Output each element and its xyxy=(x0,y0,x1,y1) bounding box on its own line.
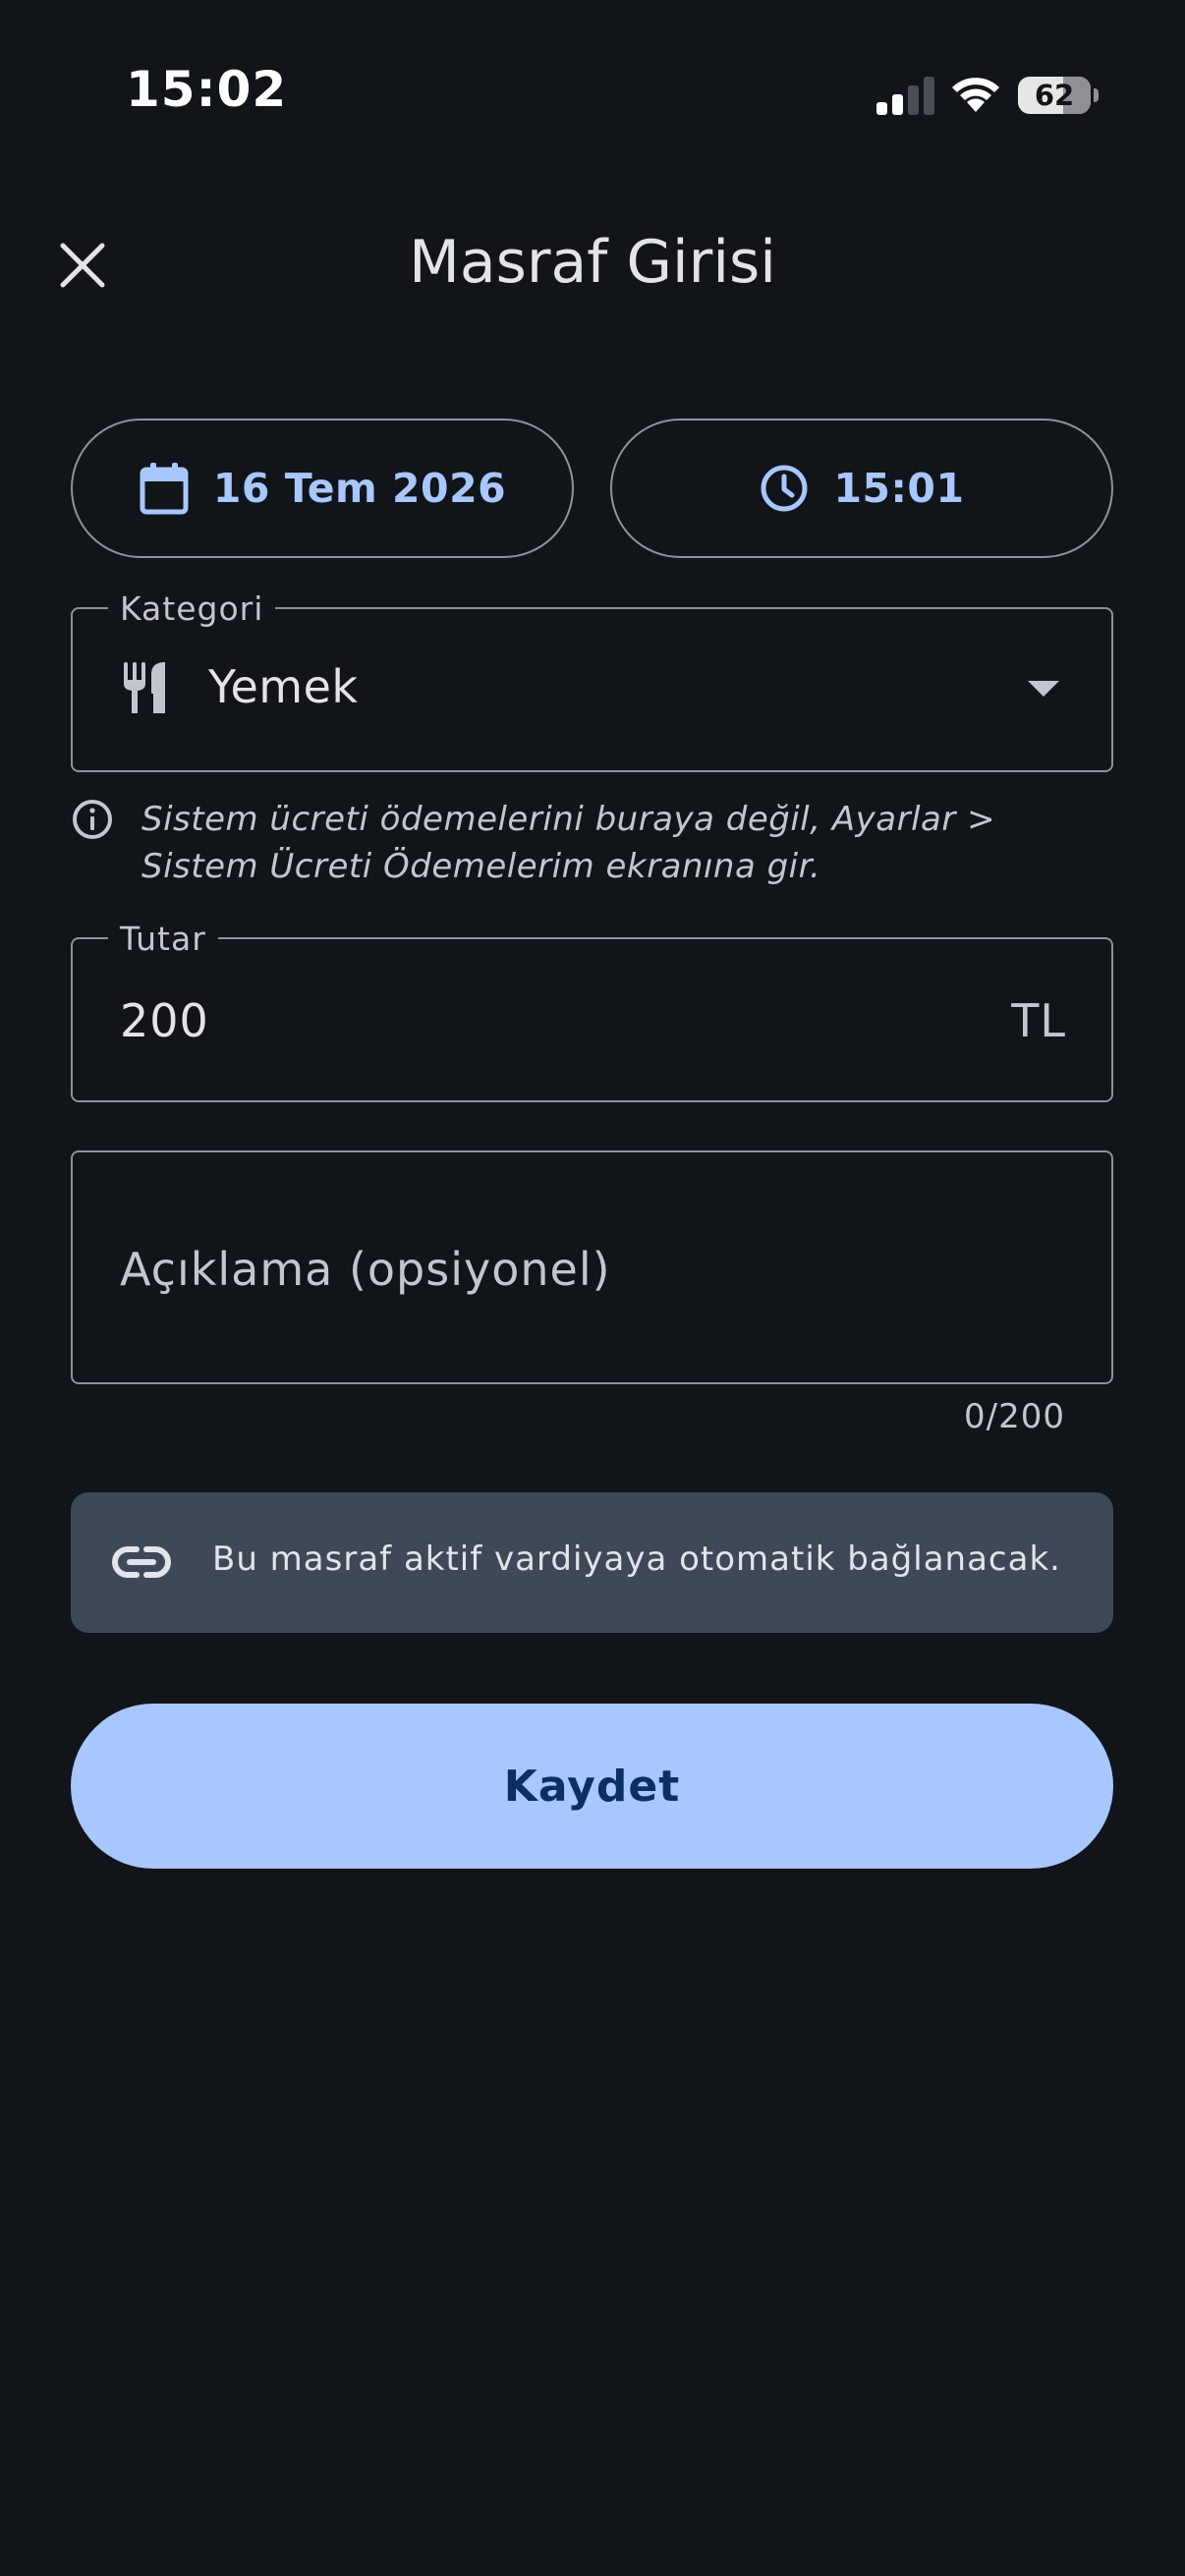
battery-tip xyxy=(1094,88,1099,102)
status-bar: 15:02 62 xyxy=(0,0,1185,196)
banner-text: Bu masraf aktif vardiyaya otomatik bağla… xyxy=(212,1540,1061,1579)
category-field-label: Kategori xyxy=(108,589,276,628)
amount-field-label: Tutar xyxy=(108,920,218,958)
currency-suffix: TL xyxy=(1011,994,1066,1047)
category-value: Yemek xyxy=(208,660,359,713)
cellular-signal-icon xyxy=(876,77,934,115)
wifi-icon xyxy=(952,78,999,112)
page-title: Masraf Girisi xyxy=(409,228,776,297)
save-button[interactable]: Kaydet xyxy=(71,1704,1113,1869)
date-label: 16 Tem 2026 xyxy=(212,465,507,512)
category-dropdown[interactable]: Kategori Yemek xyxy=(71,589,1113,772)
clock-icon xyxy=(761,465,808,512)
description-placeholder: Açıklama (opsiyonel) xyxy=(120,1243,611,1296)
character-counter: 0/200 xyxy=(964,1397,1065,1436)
date-picker-button[interactable]: 16 Tem 2026 xyxy=(71,419,574,558)
time-label: 15:01 xyxy=(833,465,965,512)
battery-level: 62 xyxy=(1034,79,1075,112)
shift-link-banner: Bu masraf aktif vardiyaya otomatik bağla… xyxy=(71,1492,1113,1633)
battery-indicator: 62 xyxy=(1018,77,1091,114)
link-icon xyxy=(112,1546,171,1578)
save-button-label: Kaydet xyxy=(503,1761,681,1812)
calendar-icon xyxy=(140,463,189,515)
hint-text: Sistem ücreti ödemelerini buraya değil, … xyxy=(141,800,996,886)
amount-value: 200 xyxy=(120,994,209,1047)
time-picker-button[interactable]: 15:01 xyxy=(610,419,1113,558)
fork-knife-icon xyxy=(124,662,165,713)
info-icon xyxy=(73,800,112,839)
dropdown-arrow-icon[interactable] xyxy=(1026,678,1061,700)
description-input[interactable]: Açıklama (opsiyonel) xyxy=(71,1150,1113,1384)
status-time: 15:02 xyxy=(126,61,288,118)
amount-input[interactable]: Tutar 200 TL xyxy=(71,920,1113,1102)
